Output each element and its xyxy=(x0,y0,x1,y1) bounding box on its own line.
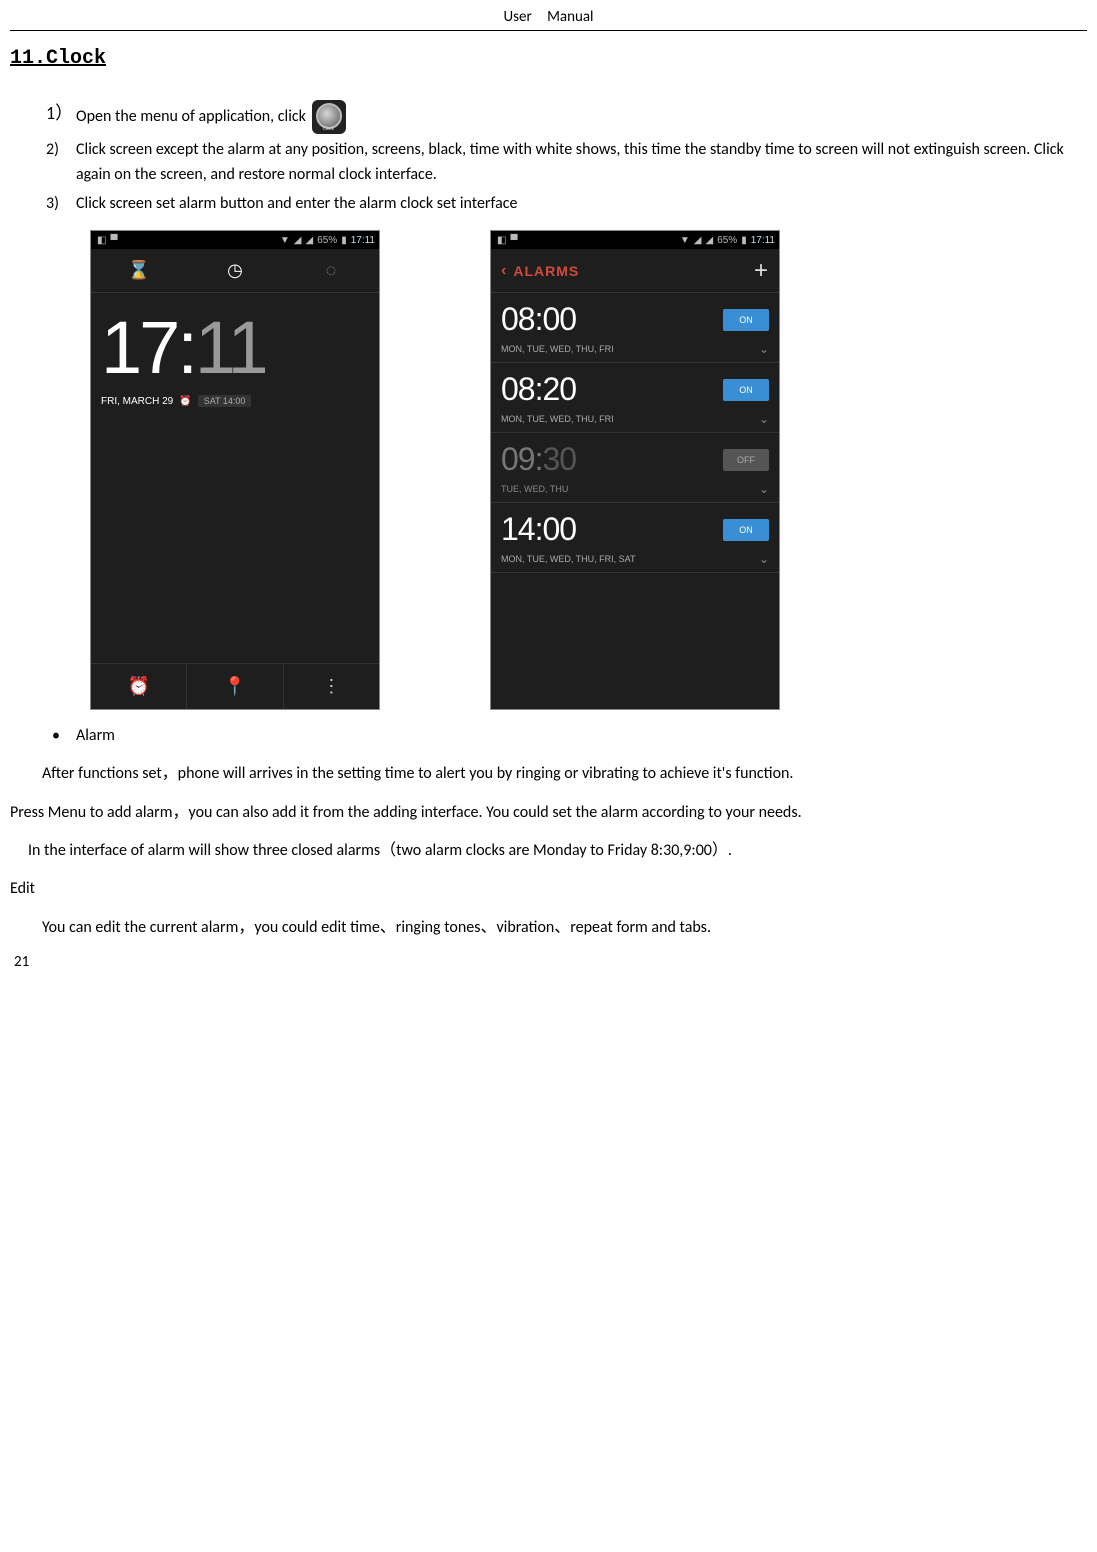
section-heading: 11.Clock xyxy=(10,47,1087,70)
tab-stopwatch[interactable]: ◌ xyxy=(283,249,379,292)
status-bar: ◧ ▀ ▼ ◢ ◢ 65% ▮ 17:11 xyxy=(491,231,779,249)
tab-timer[interactable]: ⌛ xyxy=(91,249,187,292)
edit-label: Edit xyxy=(10,874,1087,904)
status-time: 17:11 xyxy=(351,235,375,246)
wifi-icon: ▼ xyxy=(280,235,290,246)
paragraph-4: You can edit the current alarm，you could… xyxy=(10,913,1087,943)
step-3: 3) Click screen set alarm button and ent… xyxy=(76,192,1087,217)
battery-percent: 65% xyxy=(717,235,737,246)
bottombar-more[interactable]: ⋮ xyxy=(284,664,379,709)
alarm-item[interactable]: 14:00 ON MON, TUE, WED, THU, FRI, SAT ⌄ xyxy=(491,503,779,573)
step-3-text: Click screen set alarm button and enter … xyxy=(76,194,517,213)
bottombar-location[interactable]: 📍 xyxy=(187,664,283,709)
step-2-text: Click screen except the alarm at any pos… xyxy=(76,140,1064,184)
clock-time: 17:11 xyxy=(101,311,369,385)
battery-icon: ▮ xyxy=(741,235,747,246)
clock-date: FRI, MARCH 29 xyxy=(101,396,173,407)
step-2: 2) Click screen except the alarm at any … xyxy=(76,138,1087,188)
bottombar-alarm[interactable]: ⏰ xyxy=(91,664,187,709)
alarms-title: ALARMS xyxy=(513,263,579,279)
bullet-label: Alarm xyxy=(76,726,115,745)
chevron-down-icon[interactable]: ⌄ xyxy=(759,412,769,426)
clock-app-icon xyxy=(312,100,346,134)
back-icon[interactable]: ‹ xyxy=(501,262,507,280)
bullet-section: • Alarm xyxy=(10,722,1087,751)
clock-subline: FRI, MARCH 29 ⏰ SAT 14:00 xyxy=(101,395,369,407)
clock-minute: 11 xyxy=(195,306,266,389)
alarm-toggle[interactable]: ON xyxy=(723,309,769,331)
header-rule xyxy=(10,30,1087,31)
alarm-item[interactable]: 09:30 OFF TUE, WED, THU ⌄ xyxy=(491,433,779,503)
status-left-icons: ◧ ▀ xyxy=(95,235,118,246)
alarm-time: 09:30 xyxy=(501,441,576,478)
clock-tabs: ⌛ ◷ ◌ xyxy=(91,249,379,293)
status-time: 17:11 xyxy=(751,235,775,246)
paragraph-3: In the interface of alarm will show thre… xyxy=(10,836,1087,866)
signal-icon: ◢ xyxy=(694,235,702,246)
alarm-time: 08:20 xyxy=(501,371,576,408)
alarm-item[interactable]: 08:20 ON MON, TUE, WED, THU, FRI ⌄ xyxy=(491,363,779,433)
status-left-icons: ◧ ▀ xyxy=(495,235,518,246)
clock-colon: : xyxy=(177,306,195,389)
step-1-text: Open the menu of application, click xyxy=(76,107,306,126)
notif-icon: ◧ xyxy=(97,235,106,246)
clock-screenshot: ◧ ▀ ▼ ◢ ◢ 65% ▮ 17:11 ⌛ ◷ ◌ 17:11 FRI, M… xyxy=(90,230,380,710)
status-bar: ◧ ▀ ▼ ◢ ◢ 65% ▮ 17:11 xyxy=(91,231,379,249)
next-alarm-label: SAT 14:00 xyxy=(198,395,252,407)
alarm-days: MON, TUE, WED, THU, FRI xyxy=(501,414,614,424)
alarm-toggle[interactable]: ON xyxy=(723,379,769,401)
chevron-down-icon[interactable]: ⌄ xyxy=(759,342,769,356)
bullet-dot: • xyxy=(52,722,60,751)
clock-bottombar: ⏰ 📍 ⋮ xyxy=(91,663,379,709)
header-title: User Manual xyxy=(10,0,1087,30)
alarm-days: TUE, WED, THU xyxy=(501,484,568,494)
signal-icon: ◢ xyxy=(294,235,302,246)
clock-display: 17:11 FRI, MARCH 29 ⏰ SAT 14:00 xyxy=(91,293,379,407)
screenshots-row: ◧ ▀ ▼ ◢ ◢ 65% ▮ 17:11 ⌛ ◷ ◌ 17:11 FRI, M… xyxy=(10,230,1087,710)
step-2-marker: 2) xyxy=(46,138,59,163)
alarms-header: ‹ ALARMS + xyxy=(491,249,779,293)
alarm-toggle[interactable]: OFF xyxy=(723,449,769,471)
step-1-marker: 1） xyxy=(46,100,73,128)
steps-list: 1） Open the menu of application, click 2… xyxy=(10,100,1087,216)
wifi-icon: ▼ xyxy=(680,235,690,246)
battery-percent: 65% xyxy=(317,235,337,246)
battery-icon: ▮ xyxy=(341,235,347,246)
page-number: 21 xyxy=(14,953,29,971)
step-3-marker: 3) xyxy=(46,192,59,217)
alarm-item[interactable]: 08:00 ON MON, TUE, WED, THU, FRI ⌄ xyxy=(491,293,779,363)
alarms-screenshot: ◧ ▀ ▼ ◢ ◢ 65% ▮ 17:11 ‹ ALARMS + 08:00 ON… xyxy=(490,230,780,710)
alarm-days: MON, TUE, WED, THU, FRI, SAT xyxy=(501,554,636,564)
step-1: 1） Open the menu of application, click xyxy=(76,100,1087,134)
signal-icon: ◢ xyxy=(705,235,713,246)
alarm-time: 08:00 xyxy=(501,301,576,338)
notif-icon: ▀ xyxy=(510,235,517,246)
notif-icon: ▀ xyxy=(110,235,117,246)
clock-hour: 17 xyxy=(101,306,177,389)
chevron-down-icon[interactable]: ⌄ xyxy=(759,482,769,496)
tab-clock[interactable]: ◷ xyxy=(187,249,283,292)
paragraph-1: After functions set，phone will arrives i… xyxy=(10,759,1087,789)
bullet-alarm: • Alarm xyxy=(76,722,1087,751)
alarm-time: 14:00 xyxy=(501,511,576,548)
paragraph-2: Press Menu to add alarm，you can also add… xyxy=(10,798,1087,828)
alarm-small-icon: ⏰ xyxy=(179,396,191,407)
alarm-days: MON, TUE, WED, THU, FRI xyxy=(501,344,614,354)
chevron-down-icon[interactable]: ⌄ xyxy=(759,552,769,566)
alarms-list: 08:00 ON MON, TUE, WED, THU, FRI ⌄ 08:20 ON MO… xyxy=(491,293,779,573)
alarm-toggle[interactable]: ON xyxy=(723,519,769,541)
add-alarm-icon[interactable]: + xyxy=(754,257,769,285)
notif-icon: ◧ xyxy=(497,235,506,246)
signal-icon: ◢ xyxy=(305,235,313,246)
